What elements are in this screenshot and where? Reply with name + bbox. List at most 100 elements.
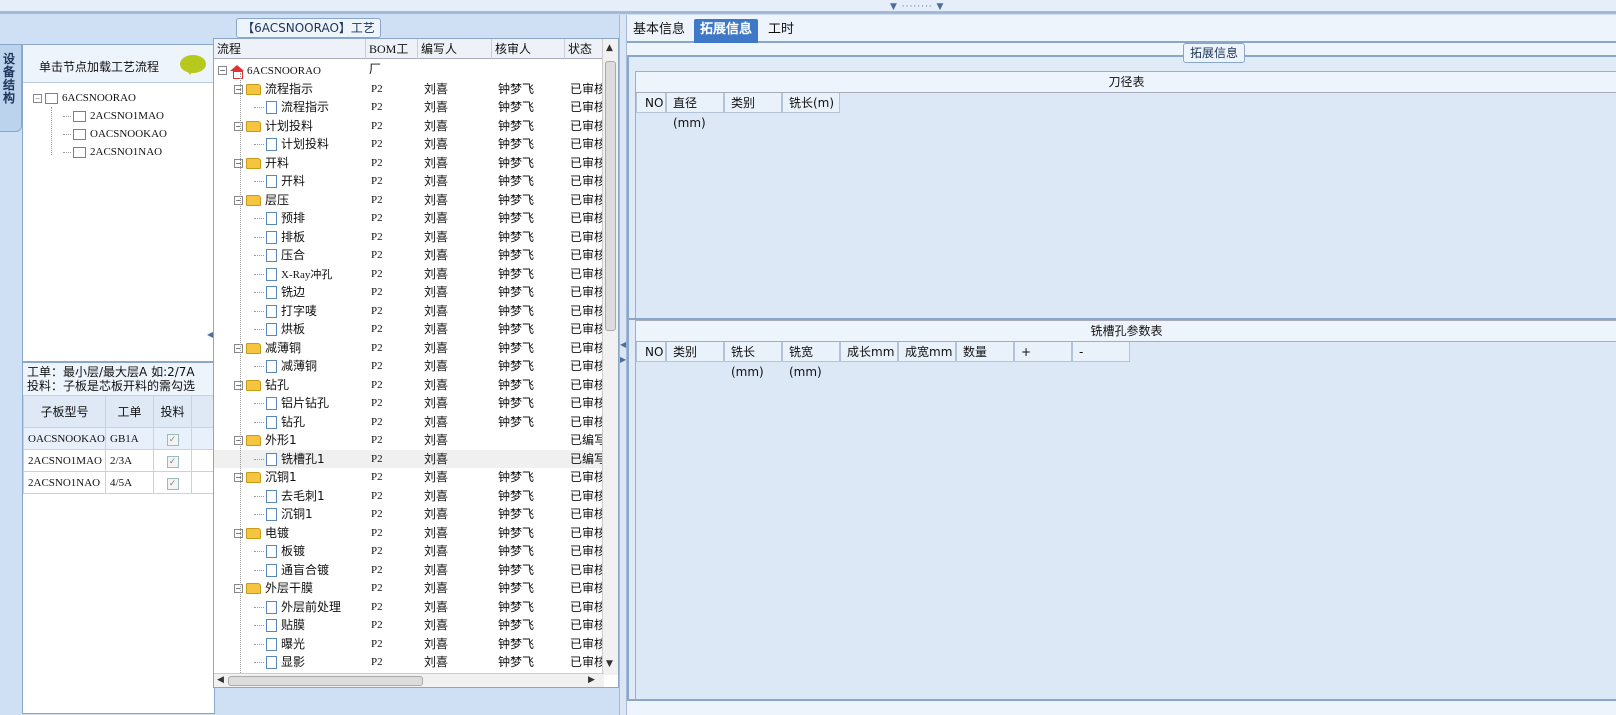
folder-icon — [246, 120, 261, 132]
tab-work-hours[interactable]: 工时 — [762, 19, 800, 43]
process-row[interactable]: 铣边 P2 刘喜 钟梦飞 已审核 — [214, 283, 604, 302]
feed-checkbox[interactable]: ✓ — [166, 434, 179, 446]
slot-col-quantity[interactable]: 数量 — [956, 342, 1014, 362]
process-row[interactable]: 曝光 P2 刘喜 钟梦飞 已审核 — [214, 635, 604, 654]
vertical-scroll-thumb[interactable] — [605, 61, 616, 331]
col-header-order[interactable]: 工单 — [105, 395, 155, 428]
collapse-icon[interactable]: − — [234, 528, 243, 538]
feed-checkbox-cell[interactable]: ✓ — [153, 427, 193, 450]
collapse-icon[interactable]: − — [234, 158, 243, 168]
feed-checkbox[interactable]: ✓ — [166, 456, 179, 468]
col-header-reviewer[interactable]: 核审人 — [492, 39, 565, 59]
horizontal-scroll-thumb[interactable] — [228, 676, 423, 686]
process-row[interactable]: 铣槽孔1 P2 刘喜 已编写 — [214, 449, 604, 468]
right-splitter[interactable]: ◀ ▶ — [619, 15, 627, 715]
col-header-flow[interactable]: 流程 — [214, 39, 366, 59]
process-row[interactable]: 打字唛 P2 刘喜 钟梦飞 已审核 — [214, 302, 604, 321]
process-row[interactable]: 钻孔 P2 刘喜 钟梦飞 已审核 — [214, 413, 604, 432]
process-row[interactable]: 板镀 P2 刘喜 钟梦飞 已审核 — [214, 542, 604, 561]
col-header-feed[interactable]: 投料 — [153, 395, 193, 428]
col-header-status[interactable]: 状态 — [565, 39, 604, 59]
tab-basic-info[interactable]: 基本信息 — [627, 19, 691, 43]
add-row-button[interactable]: + — [1014, 342, 1072, 362]
col-header-model[interactable]: 子板型号 — [22, 395, 107, 428]
tool-col-length[interactable]: 铣长(m) — [782, 93, 840, 113]
feed-checkbox[interactable]: ✓ — [166, 478, 179, 490]
splitter-grip-icon[interactable]: ▼ ········ ▼ — [890, 2, 944, 12]
collapse-icon[interactable]: − — [234, 121, 243, 131]
slot-col-final-width[interactable]: 成宽mm — [898, 342, 956, 362]
col-header-bom-factory[interactable]: BOM工厂 — [366, 39, 418, 76]
sub-board-order[interactable]: 2/3A — [105, 449, 155, 472]
process-row[interactable]: 减薄铜 P2 刘喜 钟梦飞 已审核 — [214, 357, 604, 376]
process-row[interactable]: 计划投料 P2 刘喜 钟梦飞 已审核 — [214, 135, 604, 154]
process-row[interactable]: 外层前处理 P2 刘喜 钟梦飞 已审核 — [214, 598, 604, 617]
slot-col-final-length[interactable]: 成长mm — [840, 342, 898, 362]
process-row[interactable]: − 计划投料 P2 刘喜 钟梦飞 已审核 — [214, 117, 604, 136]
slot-col-mill-width[interactable]: 铣宽(mm) — [782, 342, 840, 379]
collapse-icon[interactable]: − — [234, 380, 243, 390]
collapse-icon[interactable]: − — [234, 584, 243, 593]
collapse-icon[interactable]: − — [33, 93, 42, 103]
device-tree-node[interactable]: OACSNOOKAO — [63, 125, 167, 143]
collapse-icon[interactable]: − — [234, 195, 243, 205]
device-tree-node[interactable]: 2ACSNO1MAO — [63, 107, 164, 125]
device-structure-side-tab[interactable]: 设备结构 — [0, 44, 22, 132]
process-row[interactable]: 流程指示 P2 刘喜 钟梦飞 已审核 — [214, 98, 604, 117]
collapse-icon[interactable]: − — [234, 473, 243, 482]
collapse-left-arrow-icon[interactable]: ◀ — [620, 340, 626, 349]
process-row[interactable]: − 层压 P2 刘喜 钟梦飞 已审核 — [214, 191, 604, 210]
feed-checkbox-cell[interactable]: ✓ — [153, 471, 193, 494]
col-header-writer[interactable]: 编写人 — [418, 39, 492, 59]
sub-board-order[interactable]: GB1A — [105, 427, 155, 450]
slot-col-mill-length[interactable]: 铣长(mm) — [724, 342, 782, 379]
tool-col-no[interactable]: NO — [636, 93, 666, 113]
process-row[interactable]: 贴膜 P2 刘喜 钟梦飞 已审核 — [214, 616, 604, 635]
feed-checkbox-cell[interactable]: ✓ — [153, 449, 193, 472]
process-row[interactable]: − 开料 P2 刘喜 钟梦飞 已审核 — [214, 154, 604, 173]
process-row[interactable]: 显影 P2 刘喜 钟梦飞 已审核 — [214, 653, 604, 672]
collapse-icon[interactable]: − — [234, 84, 243, 94]
remove-row-button[interactable]: - — [1072, 342, 1130, 362]
process-row[interactable]: 通盲合镀 P2 刘喜 钟梦飞 已审核 — [214, 561, 604, 580]
process-row[interactable]: − 减薄铜 P2 刘喜 钟梦飞 已审核 — [214, 339, 604, 358]
scroll-left-icon[interactable]: ◀ — [217, 675, 224, 685]
collapse-right-arrow-icon[interactable]: ▶ — [620, 355, 626, 364]
collapse-icon[interactable]: − — [218, 66, 227, 75]
slot-col-no[interactable]: NO — [636, 342, 666, 362]
process-row[interactable]: − 6ACSNOORAO — [214, 61, 604, 80]
vertical-scrollbar[interactable]: ▲ ▼ — [602, 39, 618, 675]
process-row[interactable]: 烘板 P2 刘喜 钟梦飞 已审核 — [214, 320, 604, 339]
device-tree-node[interactable]: − 6ACSNOORAO — [33, 89, 136, 107]
tab-extended-info[interactable]: 拓展信息 — [694, 19, 759, 43]
process-row[interactable]: 预排 P2 刘喜 钟梦飞 已审核 — [214, 209, 604, 228]
process-row[interactable]: − 外形1 P2 刘喜 已编写 — [214, 431, 604, 450]
sub-board-row[interactable]: OACSNOOKAO GB1A ✓ — [22, 427, 214, 450]
process-row[interactable]: 铝片钻孔 P2 刘喜 钟梦飞 已审核 — [214, 394, 604, 413]
process-row[interactable]: 沉铜1 P2 刘喜 钟梦飞 已审核 — [214, 505, 604, 524]
scroll-down-icon[interactable]: ▼ — [606, 659, 613, 669]
top-splitter-bar[interactable]: ▼ ········ ▼ — [0, 0, 1616, 14]
tool-col-diameter[interactable]: 直径(mm) — [666, 93, 724, 130]
process-row[interactable]: − 外层干膜 P2 刘喜 钟梦飞 已审核 — [214, 579, 604, 598]
process-row[interactable]: − 钻孔 P2 刘喜 钟梦飞 已审核 — [214, 376, 604, 395]
device-tree-node[interactable]: 2ACSNO1NAO — [63, 143, 162, 161]
process-row[interactable]: 去毛刺1 P2 刘喜 钟梦飞 已审核 — [214, 487, 604, 506]
process-row[interactable]: 压合 P2 刘喜 钟梦飞 已审核 — [214, 246, 604, 265]
collapse-icon[interactable]: − — [234, 436, 243, 445]
process-row[interactable]: − 流程指示 P2 刘喜 钟梦飞 已审核 — [214, 80, 604, 99]
process-row[interactable]: − 电镀 P2 刘喜 钟梦飞 已审核 — [214, 524, 604, 543]
process-row[interactable]: 开料 P2 刘喜 钟梦飞 已审核 — [214, 172, 604, 191]
slot-col-type[interactable]: 类别 — [666, 342, 724, 362]
sub-board-row[interactable]: 2ACSNO1NAO 4/5A ✓ — [22, 471, 214, 494]
process-row[interactable]: − 沉铜1 P2 刘喜 钟梦飞 已审核 — [214, 468, 604, 487]
sub-board-row[interactable]: 2ACSNO1MAO 2/3A ✓ — [22, 449, 214, 472]
process-row[interactable]: X-Ray冲孔 P2 刘喜 钟梦飞 已审核 — [214, 265, 604, 284]
scroll-right-icon[interactable]: ▶ — [588, 675, 595, 685]
tool-col-type[interactable]: 类别 — [724, 93, 782, 113]
horizontal-scrollbar[interactable]: ◀ ▶ — [214, 673, 604, 687]
collapse-icon[interactable]: − — [234, 343, 243, 353]
process-row[interactable]: 排板 P2 刘喜 钟梦飞 已审核 — [214, 228, 604, 247]
sub-board-order[interactable]: 4/5A — [105, 471, 155, 494]
scroll-up-icon[interactable]: ▲ — [606, 43, 613, 53]
